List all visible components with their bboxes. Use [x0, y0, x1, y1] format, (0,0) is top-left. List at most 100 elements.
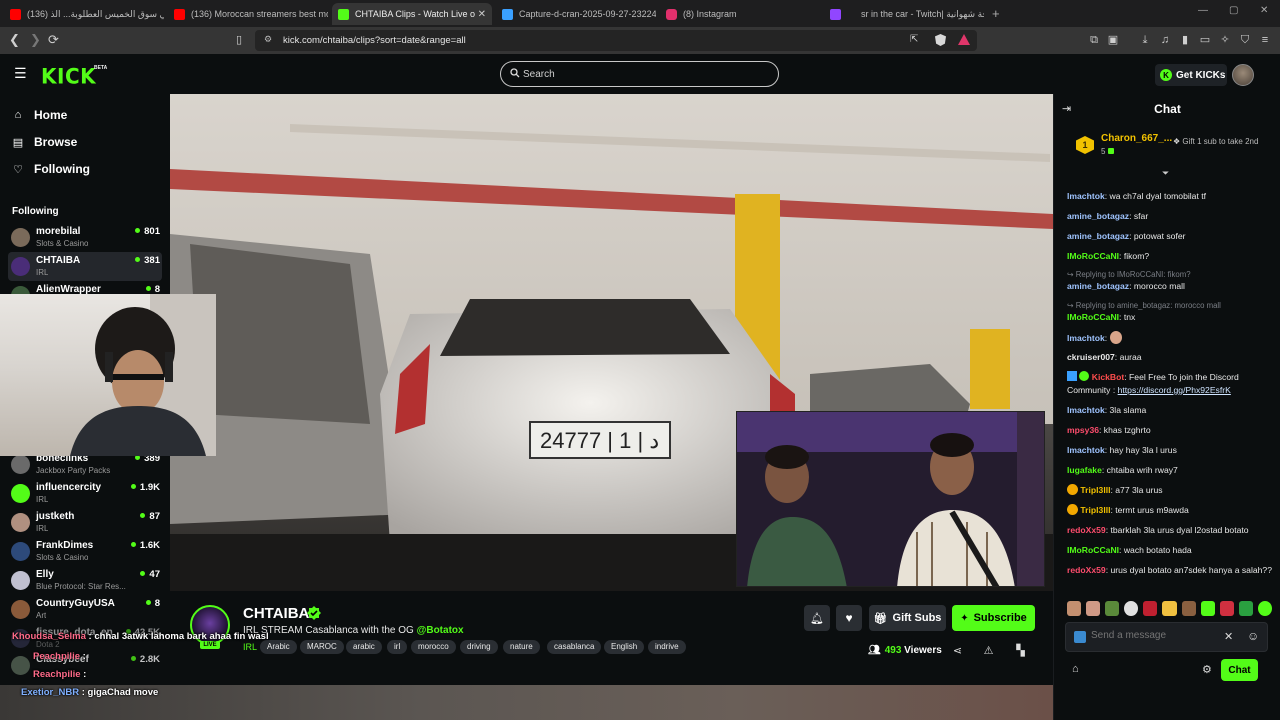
report-icon[interactable]: ⚠ [982, 645, 995, 658]
browser-tab[interactable]: sr in the car - Twitch| خرجة شهوانية [824, 3, 984, 25]
stream-tag[interactable]: irl [387, 640, 408, 654]
badge-picker-icon[interactable] [1074, 631, 1086, 643]
emote-icon[interactable] [1200, 601, 1215, 616]
browser-tab[interactable]: (8) Instagram [660, 3, 820, 25]
browser-tab[interactable]: Capture-d-cran-2025-09-27-232246 [496, 3, 656, 25]
rewards-icon[interactable] [958, 34, 970, 45]
browser-tab[interactable]: (136) Moroccan streamers best mom [168, 3, 328, 25]
vpn-icon[interactable]: ⛉ [1239, 34, 1251, 46]
browser-tab[interactable]: (136) في سوق الخميس العطلوبة... الذ [4, 3, 164, 25]
shield-icon[interactable] [935, 34, 946, 46]
gift-leaderboard[interactable]: 1 Charon_667_... 5 ❖ Gift 1 sub to take … [1076, 132, 1276, 166]
sidebar-channel[interactable]: influencercity IRL 1.9K [8, 479, 162, 508]
channel-name[interactable]: CHTAIBA [243, 605, 309, 622]
forward-icon[interactable]: ❯ [30, 33, 41, 47]
send-chat-button[interactable]: Chat [1221, 659, 1258, 681]
emote-icon[interactable] [1238, 601, 1253, 616]
music-icon[interactable]: ♫ [1159, 34, 1171, 46]
stream-tag[interactable]: Arabic [260, 640, 297, 654]
new-tab-icon[interactable]: + [992, 6, 1000, 21]
sidebar-channel-selected[interactable]: CHTAIBA IRL 381 [8, 252, 162, 281]
picture-in-picture-video[interactable] [736, 411, 1045, 587]
maximize-icon[interactable]: ▢ [1229, 5, 1238, 16]
emote-icon[interactable] [1143, 601, 1158, 616]
emote-icon[interactable] [1257, 601, 1273, 616]
stream-tag[interactable]: indrive [648, 640, 686, 654]
nav-browse[interactable]: ▤ Browse [12, 135, 78, 149]
chat-username[interactable]: amine_botagaz [1067, 281, 1129, 291]
stream-tag[interactable]: arabic [346, 640, 382, 654]
chat-username[interactable]: lmachtok [1067, 191, 1105, 201]
emote-icon[interactable] [1067, 601, 1082, 616]
nav-home[interactable]: ⌂ Home [12, 108, 68, 122]
settings-icon[interactable]: ⚙ [1202, 663, 1212, 676]
chat-username[interactable]: redoXx59 [1067, 525, 1106, 535]
kick-logo[interactable]: KICK [41, 63, 96, 88]
clip-icon[interactable]: ▚ [1014, 645, 1027, 658]
emote-icon[interactable] [1219, 601, 1234, 616]
emote-icon[interactable] [1086, 601, 1101, 616]
menu-icon[interactable]: ≡ [1259, 34, 1271, 46]
chat-username[interactable]: Tripl3lll [1080, 505, 1110, 515]
chat-username[interactable]: Tripl3lll [1080, 485, 1110, 495]
stream-tag[interactable]: MAROC [300, 640, 344, 654]
mention-link[interactable]: @Botatox [417, 625, 464, 636]
share-icon[interactable]: ⋖ [951, 645, 964, 658]
sidebar-channel[interactable]: morebilal Slots & Casino 801 [8, 223, 162, 252]
stream-tag[interactable]: casablanca [547, 640, 602, 654]
chat-username[interactable]: ckruiser007 [1067, 352, 1115, 362]
chat-username[interactable]: amine_botagaz [1067, 231, 1129, 241]
get-kicks-button[interactable]: K Get KICKs [1155, 64, 1227, 86]
tab-manager-icon[interactable]: ▣ [1107, 34, 1119, 46]
sidebar-channel[interactable]: Elly Blue Protocol: Star Res... 47 [8, 566, 162, 595]
reload-icon[interactable]: ⟳ [48, 33, 59, 47]
url-text[interactable]: kick.com/chtaiba/clips?sort=date&range=a… [283, 35, 466, 46]
sidebar-channel[interactable]: FrankDimes Slots & Casino 1.6K [8, 537, 162, 566]
chat-username[interactable]: lugafake [1067, 465, 1102, 475]
download-icon[interactable]: ⤓ [1139, 34, 1151, 46]
stream-tag[interactable]: English [604, 640, 645, 654]
gift-subs-button[interactable]: 🎁︎ Gift Subs [869, 605, 946, 631]
extensions-icon[interactable]: ⧉ [1088, 34, 1100, 46]
emote-icon[interactable] [1105, 601, 1120, 616]
discord-link[interactable]: https://discord.gg/Phx92EsfrK [1118, 385, 1231, 395]
chat-username[interactable]: IMoRoCCaNI [1067, 545, 1119, 555]
stream-tag[interactable]: driving [460, 640, 498, 654]
back-icon[interactable]: ❮ [9, 33, 20, 47]
hamburger-menu-icon[interactable]: ☰ [14, 65, 27, 82]
chat-username[interactable]: lmachtok [1067, 333, 1105, 343]
search-placeholder[interactable]: Search [523, 69, 555, 80]
sidebar-channel[interactable]: justketh IRL 87 [8, 508, 162, 537]
emote-icon[interactable] [1124, 601, 1139, 616]
bookmark-icon[interactable]: ▯ [236, 33, 242, 47]
stream-category[interactable]: IRL [243, 642, 257, 652]
stream-tag[interactable]: morocco [411, 640, 456, 654]
notifications-button[interactable]: 🔔︎ [804, 605, 830, 631]
sidebar-toggle-icon[interactable]: ▮ [1179, 34, 1191, 46]
ai-icon[interactable]: ✧ [1219, 34, 1231, 46]
chat-username[interactable]: IMoRoCCaNI [1067, 312, 1119, 322]
close-window-icon[interactable]: ✕ [1260, 5, 1268, 16]
chat-username[interactable]: mpsy36 [1067, 425, 1099, 435]
address-bar[interactable]: ⚙ kick.com/chtaiba/clips?sort=date&range… [255, 30, 977, 51]
wallet-icon[interactable]: ▭ [1199, 34, 1211, 46]
chat-username[interactable]: lmachtok [1067, 445, 1105, 455]
subscribe-button[interactable]: ✦ Subscribe [952, 605, 1035, 631]
chat-username[interactable]: amine_botagaz [1067, 211, 1129, 221]
chat-username[interactable]: lmachtok [1067, 405, 1105, 415]
chat-input-box[interactable]: ✕ ☺ [1065, 622, 1268, 652]
emoji-icon[interactable]: ☺ [1247, 629, 1259, 643]
user-avatar[interactable] [1232, 64, 1254, 86]
chat-input[interactable] [1091, 630, 1216, 641]
chat-username[interactable]: IMoRoCCaNI [1067, 251, 1119, 261]
chat-username[interactable]: KickBot [1092, 372, 1124, 382]
translate-icon[interactable]: ✕ [1224, 630, 1233, 643]
share-icon[interactable]: ⇱ [910, 34, 918, 45]
follow-button[interactable]: ♥ [836, 605, 862, 631]
emote-icon[interactable] [1181, 601, 1196, 616]
close-tab-icon[interactable]: ✕ [478, 9, 486, 20]
store-icon[interactable]: ⌂ [1072, 663, 1079, 675]
emote-icon[interactable] [1162, 601, 1177, 616]
site-info-icon[interactable]: ⚙ [264, 34, 272, 45]
browser-tab-active[interactable]: CHTAIBA Clips - Watch Live o ✕ [332, 3, 492, 25]
